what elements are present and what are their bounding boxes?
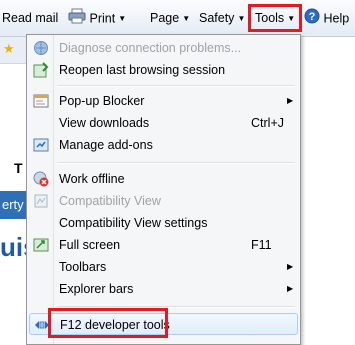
- page-label: Page: [150, 11, 180, 25]
- chevron-down-icon: ▼: [237, 13, 246, 23]
- menu-item-reopen-session[interactable]: Reopen last browsing session: [29, 59, 298, 81]
- menu-item-diagnose[interactable]: Diagnose connection problems...: [29, 37, 298, 59]
- popup-blocker-icon: [33, 93, 49, 109]
- menu-item-manage-addons[interactable]: Manage add-ons: [29, 134, 298, 156]
- read-mail-label: Read mail: [2, 11, 59, 25]
- printer-icon: [68, 8, 86, 30]
- menu-item-shortcut: F11: [251, 238, 272, 252]
- menu-item-label: Diagnose connection problems...: [59, 41, 242, 55]
- menu-item-label: Full screen: [59, 238, 121, 252]
- menu-item-full-screen[interactable]: Full screen F11: [29, 234, 298, 256]
- menu-item-compatibility-view[interactable]: Compatibility View: [29, 190, 298, 212]
- background-text-fragment: T: [14, 160, 23, 176]
- svg-text:?: ?: [309, 11, 316, 23]
- tools-menu: Diagnose connection problems... Reopen l…: [26, 34, 301, 345]
- read-mail-button[interactable]: Read mail: [2, 8, 58, 28]
- menu-item-view-downloads[interactable]: View downloads Ctrl+J: [29, 112, 298, 134]
- tools-highlight-box: [248, 4, 302, 32]
- network-diagnose-icon: [33, 40, 49, 56]
- submenu-arrow-icon: ▶: [287, 262, 294, 271]
- work-offline-icon: [33, 171, 49, 187]
- menu-item-label: Pop-up Blocker: [59, 94, 145, 108]
- chevron-down-icon: ▼: [182, 13, 191, 23]
- background-tab-strip: ★: [0, 37, 28, 64]
- submenu-arrow-icon: ▶: [287, 284, 294, 293]
- background-link-fragment: erty: [0, 191, 26, 219]
- help-icon: ?: [304, 8, 320, 30]
- chevron-down-icon: ▼: [118, 14, 127, 23]
- menu-item-label: Explorer bars: [59, 282, 134, 296]
- print-button[interactable]: Print ▼: [68, 8, 126, 28]
- menu-item-compatibility-view-settings[interactable]: Compatibility View settings: [29, 212, 298, 234]
- menu-item-label: Toolbars: [59, 260, 107, 274]
- menu-item-label: Manage add-ons: [59, 138, 153, 152]
- print-label: Print: [89, 11, 116, 26]
- menu-item-work-offline[interactable]: Work offline: [29, 168, 298, 190]
- menu-separator: [57, 85, 295, 87]
- menu-item-label: Reopen last browsing session: [59, 63, 226, 77]
- menu-item-popup-blocker[interactable]: Pop-up Blocker ▶: [29, 90, 298, 112]
- menu-item-explorer-bars[interactable]: Explorer bars ▶: [29, 278, 298, 300]
- safety-label: Safety: [199, 11, 235, 25]
- full-screen-icon: [33, 237, 49, 253]
- menu-item-label: Compatibility View: [59, 194, 161, 208]
- page-button[interactable]: Page ▼: [150, 8, 190, 28]
- safety-button[interactable]: Safety ▼: [199, 8, 245, 28]
- manage-addons-icon: [33, 137, 49, 153]
- menu-separator: [57, 162, 295, 164]
- submenu-arrow-icon: ▶: [287, 96, 294, 105]
- menu-item-label: Compatibility View settings: [59, 216, 208, 230]
- help-label: Help: [323, 11, 350, 26]
- compatibility-view-icon: [33, 193, 49, 209]
- menu-item-label: View downloads: [59, 116, 150, 130]
- menu-item-shortcut: Ctrl+J: [251, 116, 284, 130]
- help-button[interactable]: ? Help: [304, 8, 349, 28]
- star-icon: ★: [3, 41, 15, 56]
- menu-item-toolbars[interactable]: Toolbars ▶: [29, 256, 298, 278]
- menu-item-label: Work offline: [59, 172, 125, 186]
- f12-highlight-box: [48, 308, 168, 338]
- reopen-session-icon: [33, 62, 49, 78]
